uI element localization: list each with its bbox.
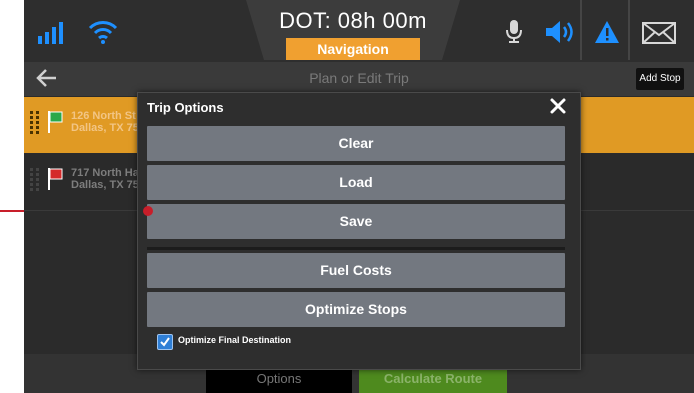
wifi-icon — [88, 20, 118, 49]
status-divider — [580, 0, 582, 65]
stop-address-line2: Dallas, TX 75 — [71, 122, 139, 134]
mail-icon[interactable] — [642, 22, 676, 49]
close-icon[interactable] — [549, 97, 567, 120]
warning-icon[interactable] — [594, 20, 620, 49]
title-bar: Plan or Edit Trip Add Stop — [24, 62, 694, 96]
divider — [147, 247, 565, 250]
stop-address: 717 North Ha Dallas, TX 75 — [71, 167, 139, 191]
speaker-icon[interactable] — [546, 20, 576, 49]
signal-icon — [38, 22, 64, 49]
stop-address-line1: 717 North Ha — [71, 167, 139, 179]
stop-address-line1: 126 North St — [71, 110, 136, 122]
stop-address: 126 North St Dallas, TX 75 — [71, 110, 139, 134]
device-screen: DOT: 08h 00m Navigation Plan or Edit Tri… — [24, 0, 694, 393]
trip-options-dialog: Trip Options Clear Load Save Fuel Costs … — [137, 92, 581, 370]
stop-address-line2: Dallas, TX 75 — [71, 179, 139, 191]
dot-timer: DOT: 08h 00m Navigation — [246, 0, 460, 60]
fuel-costs-button[interactable]: Fuel Costs — [147, 253, 565, 288]
drag-handle-icon[interactable] — [30, 168, 40, 197]
status-bar: DOT: 08h 00m Navigation — [24, 0, 694, 64]
green-flag-icon — [48, 111, 64, 138]
red-flag-icon — [48, 168, 64, 195]
dot-time-text: DOT: 08h 00m — [279, 8, 427, 33]
clear-button[interactable]: Clear — [147, 126, 565, 161]
navigation-tab[interactable]: Navigation — [286, 38, 420, 60]
page-title: Plan or Edit Trip — [309, 70, 409, 86]
optimize-final-destination-checkbox[interactable] — [157, 334, 173, 350]
dialog-title: Trip Options — [147, 100, 224, 115]
add-stop-button[interactable]: Add Stop — [636, 68, 684, 90]
optimize-stops-button[interactable]: Optimize Stops — [147, 292, 565, 327]
save-button[interactable]: Save — [147, 204, 565, 239]
load-button[interactable]: Load — [147, 165, 565, 200]
drag-handle-icon[interactable] — [30, 111, 40, 140]
checkmark-icon — [160, 337, 170, 347]
checkbox-label: Optimize Final Destination — [178, 335, 292, 345]
status-divider — [628, 0, 630, 65]
microphone-icon[interactable] — [506, 20, 522, 49]
annotation-pointer-dot — [143, 206, 153, 216]
